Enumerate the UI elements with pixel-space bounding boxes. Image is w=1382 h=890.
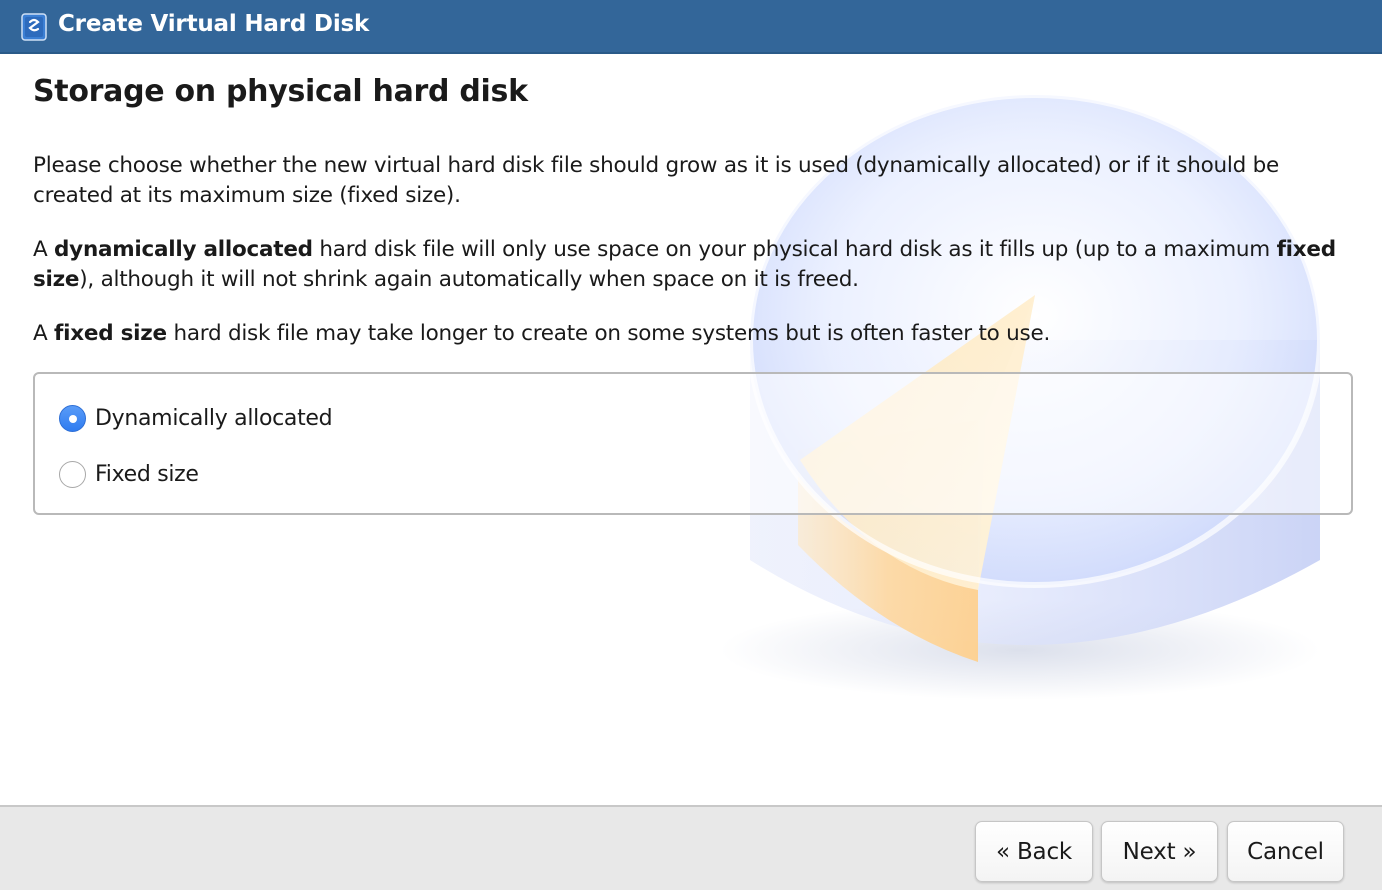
dynamic-description-prefix: A (33, 237, 55, 262)
dynamic-description: A dynamically allocated hard disk file w… (33, 235, 1353, 295)
virtualbox-icon (21, 13, 47, 41)
title-bar[interactable]: Create Virtual Hard Disk (0, 0, 1382, 54)
radio-dynamically-allocated[interactable] (59, 405, 86, 432)
option-label[interactable]: Dynamically allocated (95, 406, 333, 431)
back-button[interactable]: « Back (975, 821, 1093, 882)
dynamic-description-middle: hard disk file will only use space on yo… (312, 237, 1277, 262)
cancel-button[interactable]: Cancel (1227, 821, 1344, 882)
create-virtual-hard-disk-dialog: Create Virtual Hard Disk Storage on phys… (0, 0, 1382, 890)
dynamic-description-suffix: ), although it will not shrink again aut… (79, 267, 859, 292)
page-title: Storage on physical hard disk (33, 74, 528, 109)
next-button[interactable]: Next » (1101, 821, 1218, 882)
window-title: Create Virtual Hard Disk (58, 11, 370, 37)
fixed-description: A fixed size hard disk file may take lon… (33, 319, 1353, 349)
option-fixed-size[interactable]: Fixed size (59, 461, 199, 488)
option-label[interactable]: Fixed size (95, 462, 199, 487)
fixed-description-suffix: hard disk file may take longer to create… (166, 321, 1051, 346)
dynamic-description-bold-term: dynamically allocated (54, 237, 313, 262)
storage-type-group: Dynamically allocated Fixed size (33, 372, 1353, 515)
intro-text: Please choose whether the new virtual ha… (33, 153, 1279, 208)
fixed-description-prefix: A (33, 321, 55, 346)
option-dynamically-allocated[interactable]: Dynamically allocated (59, 405, 333, 432)
button-bar: « Back Next » Cancel (0, 805, 1382, 890)
fixed-description-bold-term: fixed size (54, 321, 167, 346)
radio-fixed-size[interactable] (59, 461, 86, 488)
